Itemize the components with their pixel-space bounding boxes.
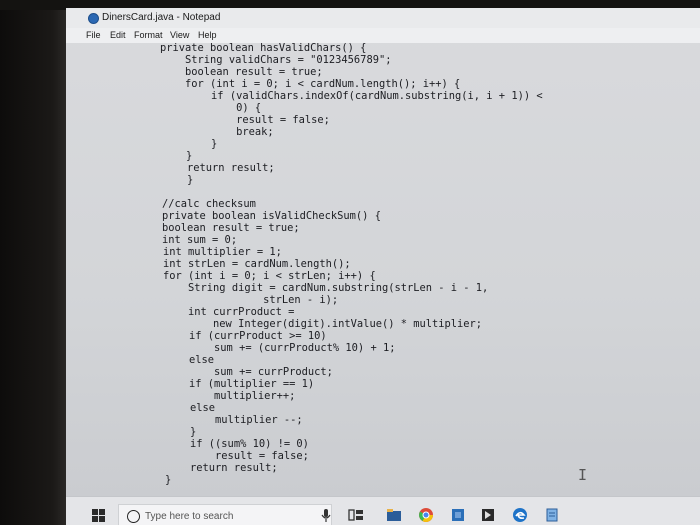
- file-explorer-icon[interactable]: [386, 507, 402, 523]
- app-icon[interactable]: [480, 507, 496, 523]
- monitor-bezel-left: [0, 0, 66, 525]
- menu-file[interactable]: File: [86, 30, 101, 40]
- search-placeholder: Type here to search: [145, 511, 234, 522]
- edge-icon[interactable]: [512, 507, 528, 523]
- code-line: if (multiplier == 1): [164, 378, 315, 390]
- task-view-icon[interactable]: [348, 507, 364, 523]
- notepad-app-icon: [88, 13, 99, 24]
- code-line: strLen - i);: [163, 294, 339, 306]
- code-line: int sum = 0;: [162, 234, 238, 246]
- code-line: 0) {: [161, 102, 262, 114]
- window-title: DinersCard.java - Notepad: [102, 12, 221, 23]
- code-line: }: [165, 426, 197, 438]
- menu-bar: File Edit Format View Help: [66, 28, 700, 43]
- code-line: multiplier --;: [165, 414, 303, 426]
- code-line: for (int i = 0; i < cardNum.length(); i+…: [160, 78, 461, 90]
- code-line: multiplier++;: [164, 390, 296, 402]
- code-line: private boolean hasValidChars() {: [160, 42, 367, 54]
- store-icon[interactable]: [450, 507, 466, 523]
- code-line: boolean result = true;: [162, 222, 300, 234]
- code-line: if (validChars.indexOf(cardNum.substring…: [161, 90, 543, 102]
- code-line: for (int i = 0; i < strLen; i++) {: [163, 270, 376, 282]
- cortana-icon: [127, 510, 140, 523]
- code-line: }: [162, 174, 194, 186]
- menu-format[interactable]: Format: [134, 30, 163, 40]
- code-line: else: [164, 354, 215, 366]
- code-line: sum += currProduct;: [164, 366, 333, 378]
- windows-start-icon[interactable]: [92, 509, 106, 523]
- window-titlebar[interactable]: DinersCard.java - Notepad: [66, 8, 700, 28]
- code-line: sum += (currProduct% 10) + 1;: [164, 342, 396, 354]
- code-line: boolean result = true;: [160, 66, 323, 78]
- code-line: if ((sum% 10) != 0): [165, 438, 309, 450]
- windows-taskbar: Type here to search: [66, 496, 700, 525]
- code-line: return result;: [165, 462, 278, 474]
- code-line: break;: [161, 126, 274, 138]
- code-line: int multiplier = 1;: [163, 246, 282, 258]
- code-line: }: [161, 150, 193, 162]
- taskbar-search-box[interactable]: Type here to search: [118, 504, 332, 525]
- code-line: int strLen = cardNum.length();: [163, 258, 351, 270]
- code-line: }: [161, 138, 218, 150]
- code-line: String digit = cardNum.substring(strLen …: [163, 282, 489, 294]
- monitor-screen: DinersCard.java - Notepad File Edit Form…: [66, 8, 700, 525]
- chrome-icon[interactable]: [418, 507, 434, 523]
- code-line: private boolean isValidCheckSum() {: [162, 210, 381, 222]
- menu-edit[interactable]: Edit: [110, 30, 126, 40]
- menu-view[interactable]: View: [170, 30, 189, 40]
- text-editor-area[interactable]: private boolean hasValidChars() { String…: [82, 42, 682, 497]
- notepad-taskbar-icon[interactable]: [544, 507, 560, 523]
- code-line: //calc checksum: [162, 198, 256, 210]
- code-line: result = false;: [165, 450, 309, 462]
- code-line: int currProduct =: [163, 306, 295, 318]
- text-cursor-ibeam-icon: I: [578, 466, 588, 484]
- code-line: else: [165, 402, 216, 414]
- code-line: result = false;: [161, 114, 330, 126]
- code-line: String validChars = "0123456789";: [160, 54, 392, 66]
- code-line: }: [165, 474, 172, 486]
- menu-help[interactable]: Help: [198, 30, 217, 40]
- microphone-icon[interactable]: [318, 507, 334, 523]
- code-line: if (currProduct >= 10): [164, 330, 327, 342]
- code-line: new Integer(digit).intValue() * multipli…: [163, 318, 483, 330]
- code-line: return result;: [162, 162, 275, 174]
